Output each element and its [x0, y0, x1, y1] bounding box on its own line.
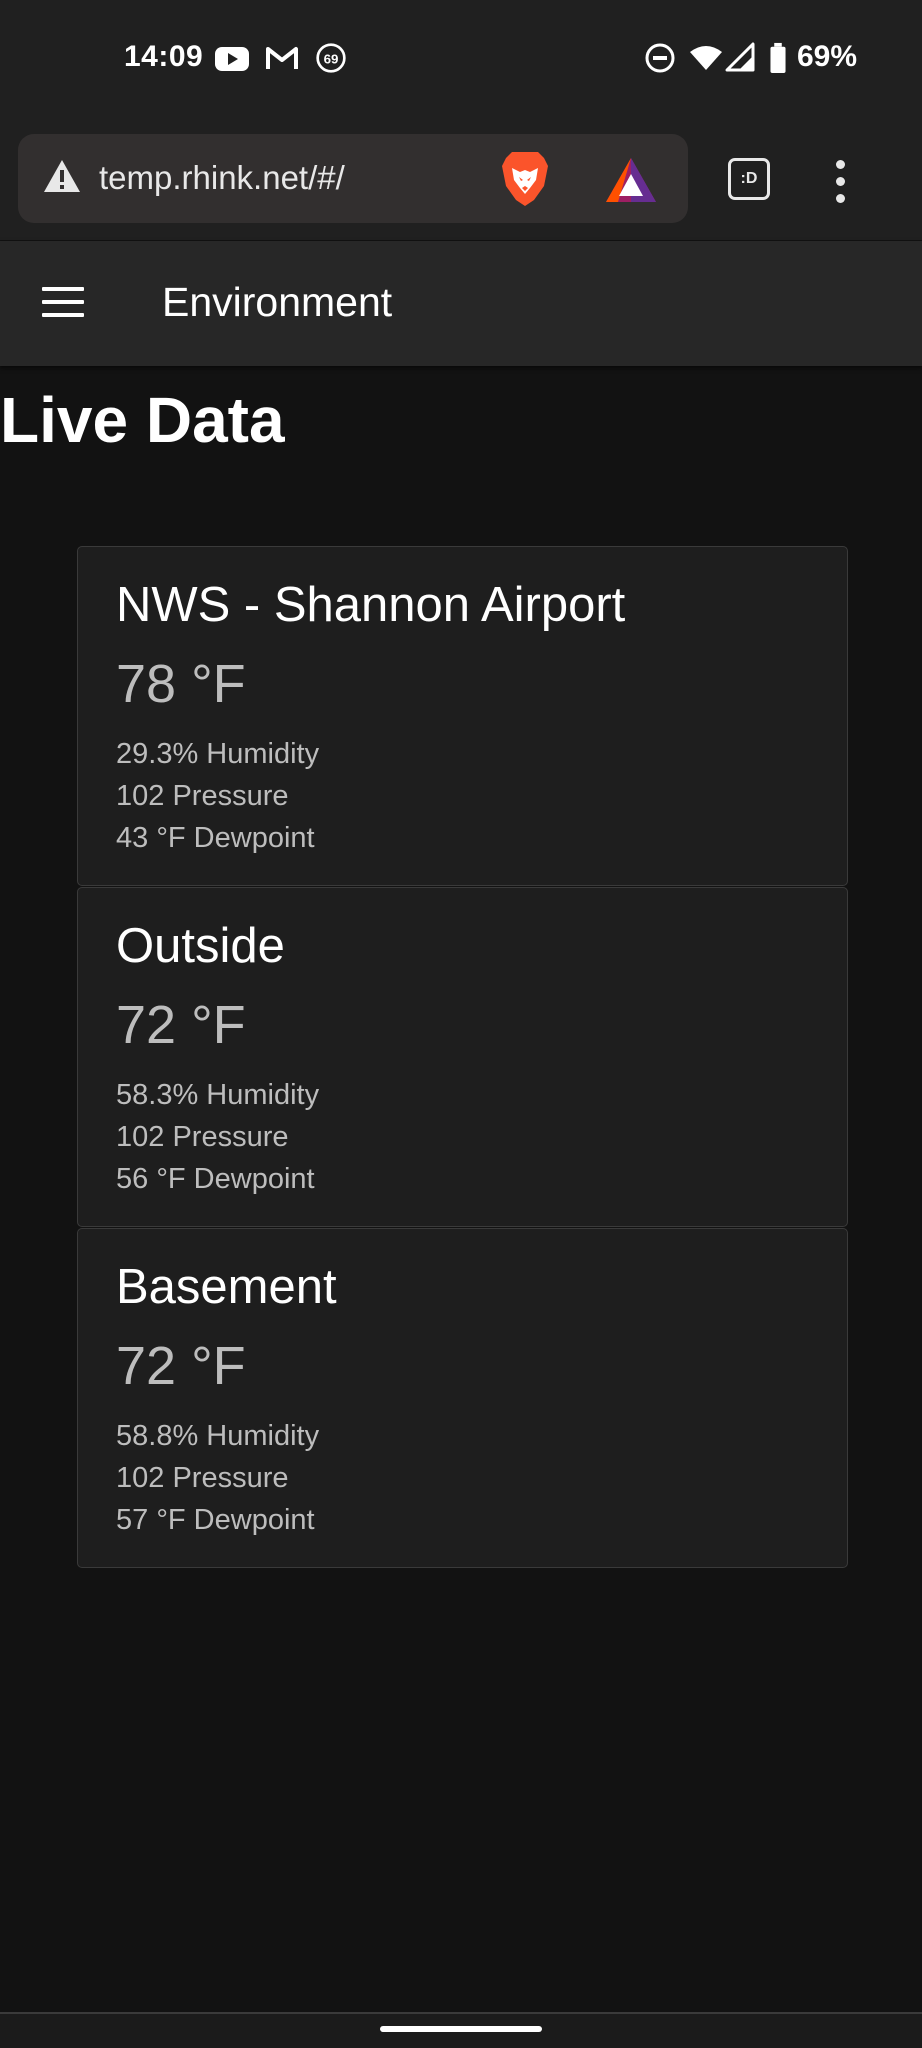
counter-badge-icon: 69 — [316, 43, 346, 73]
pressure-value: 102 Pressure — [116, 1462, 289, 1494]
sensor-card: NWS - Shannon Airport 78 °F 29.3% Humidi… — [77, 546, 848, 886]
tabs-button[interactable]: :D — [728, 158, 770, 200]
sensor-name: NWS - Shannon Airport — [116, 578, 626, 632]
pressure-value: 102 Pressure — [116, 780, 289, 812]
brave-lion-icon[interactable] — [500, 150, 550, 208]
dewpoint-value: 56 °F Dewpoint — [116, 1163, 315, 1195]
dewpoint-value: 57 °F Dewpoint — [116, 1504, 315, 1536]
humidity-value: 58.8% Humidity — [116, 1420, 320, 1452]
url-text[interactable]: temp.rhink.net/#/ — [99, 159, 345, 197]
sensor-name: Outside — [116, 919, 285, 973]
battery-icon — [770, 42, 786, 74]
counter-badge-text: 69 — [324, 51, 339, 66]
app-bar: Environment — [0, 241, 922, 366]
warning-icon[interactable] — [42, 158, 82, 194]
temperature-value: 72 °F — [116, 995, 246, 1055]
sensor-name: Basement — [116, 1260, 337, 1314]
sensor-card-list: NWS - Shannon Airport 78 °F 29.3% Humidi… — [77, 546, 848, 1569]
hamburger-menu-icon[interactable] — [42, 287, 84, 319]
app-title: Environment — [162, 279, 393, 325]
bat-rewards-icon[interactable] — [604, 156, 658, 204]
cell-signal-icon — [725, 42, 755, 72]
status-time: 14:09 — [124, 40, 204, 73]
menu-dots-icon[interactable] — [828, 160, 852, 204]
youtube-icon — [215, 47, 249, 71]
wifi-icon — [690, 46, 722, 70]
browser-toolbar: temp.rhink.net/#/ :D — [0, 118, 922, 240]
humidity-value: 29.3% Humidity — [116, 738, 320, 770]
gesture-nav-area — [0, 2014, 922, 2048]
status-bar: 14:09 69 69% — [0, 0, 922, 118]
battery-percent: 69% — [797, 40, 858, 73]
gesture-handle[interactable] — [380, 2026, 542, 2032]
sensor-card: Outside 72 °F 58.3% Humidity 102 Pressur… — [77, 887, 848, 1227]
gmail-icon — [266, 47, 298, 69]
dewpoint-value: 43 °F Dewpoint — [116, 822, 315, 854]
humidity-value: 58.3% Humidity — [116, 1079, 320, 1111]
address-bar[interactable]: temp.rhink.net/#/ — [18, 134, 688, 223]
temperature-value: 78 °F — [116, 654, 246, 714]
do-not-disturb-icon — [645, 43, 675, 73]
page-title: Live Data — [0, 384, 285, 456]
sensor-card: Basement 72 °F 58.8% Humidity 102 Pressu… — [77, 1228, 848, 1568]
temperature-value: 72 °F — [116, 1336, 246, 1396]
pressure-value: 102 Pressure — [116, 1121, 289, 1153]
